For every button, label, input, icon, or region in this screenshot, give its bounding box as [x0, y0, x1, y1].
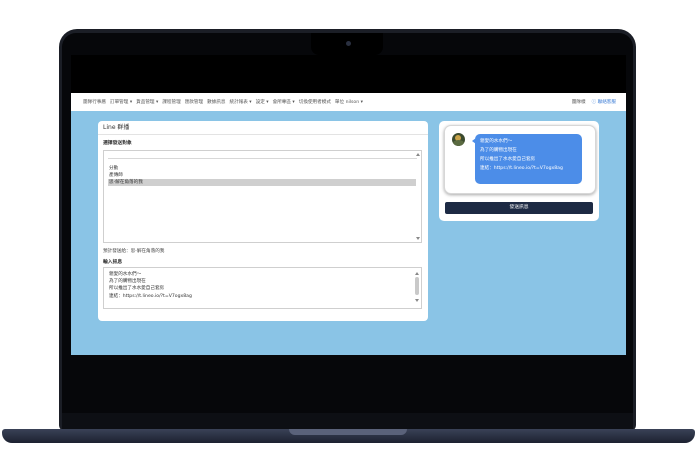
- camera-icon: [346, 41, 351, 46]
- nav-right-link[interactable]: 團隊樣: [572, 99, 586, 105]
- message-input[interactable]: 親愛的水水們～ 為了的購物出現在 所以推出了水水愛自己套房 連結：https:/…: [103, 267, 422, 309]
- message-label: 輸入訊息: [103, 260, 123, 265]
- chat-bubble: 親愛的水水們～ 為了的購物出現在 所以推出了水水愛自己套房 連結：https:/…: [475, 134, 582, 184]
- bubble-line: 親愛的水水們～: [480, 139, 513, 144]
- recipients-listbox[interactable]: 分動 產傳師 思-解在角落的我: [103, 150, 422, 243]
- message-line: 連結：https://t.lineo.io/?t=V7ogx8ag: [109, 294, 192, 299]
- listbox-filter-line: [108, 158, 417, 159]
- top-dark-bar: [71, 55, 626, 93]
- laptop-base-notch: [289, 429, 407, 435]
- listbox-scrollbar[interactable]: [416, 153, 420, 240]
- message-line: 所以推出了水水愛自己套房: [109, 286, 165, 291]
- nav-item-reports[interactable]: 統計報表 ▾: [229, 99, 251, 105]
- message-line: 為了的購物出現在: [109, 279, 146, 284]
- nav-item-switch-user[interactable]: 切換使用者模式: [299, 99, 331, 105]
- bubble-line: 所以推出了水水愛自己套房: [480, 157, 536, 162]
- nav-item-products[interactable]: 貨品管理 ▾: [136, 99, 158, 105]
- nav-item-calendar[interactable]: 團隊行事曆: [83, 99, 106, 105]
- bubble-line: 連結：https://t.lineo.io/?t=V7ogx8ag: [480, 166, 563, 171]
- message-preview: 親愛的水水們～ 為了的購物出現在 所以推出了水水愛自己套房 連結：https:/…: [444, 125, 596, 194]
- bubble-line: 為了的購物出現在: [480, 148, 517, 153]
- top-nav: 團隊行事曆 訂單管理 ▾ 貨品管理 ▾ 課程管理 匯款管理 數據訊息 統計報表 …: [71, 93, 626, 111]
- recipients-label: 選擇發送對象: [103, 141, 132, 146]
- textarea-scroll-thumb[interactable]: [415, 277, 419, 295]
- nav-item-courses[interactable]: 課程管理: [162, 99, 180, 105]
- nav-item-club[interactable]: 會所專區 ▾: [273, 99, 295, 105]
- recipient-option-selected[interactable]: 思-解在角落的我: [108, 179, 416, 186]
- broadcast-card: Line 群播 選擇發送對象 分動 產傳師 思-解在角落的我 預計發送給：思-解…: [98, 121, 428, 321]
- recipient-option[interactable]: 產傳師: [108, 172, 416, 179]
- nav-item-orders[interactable]: 訂單管理 ▾: [110, 99, 132, 105]
- card-title: Line 群播: [98, 121, 428, 135]
- preview-recipients: 預計發送給：思-解在角落的我: [103, 249, 165, 254]
- nav-item-remittance[interactable]: 匯款管理: [185, 99, 203, 105]
- nav-item-settings[interactable]: 設定 ▾: [256, 99, 269, 105]
- screen: 團隊行事曆 訂單管理 ▾ 貨品管理 ▾ 課程管理 匯款管理 數據訊息 統計報表 …: [71, 55, 626, 355]
- send-message-button[interactable]: 發送訊息: [445, 202, 593, 214]
- message-line: 親愛的水水們～: [109, 272, 142, 277]
- laptop-chin: [62, 413, 633, 429]
- avatar: [452, 133, 465, 146]
- nav-item-messages[interactable]: 數據訊息: [207, 99, 225, 105]
- recipient-option[interactable]: 分動: [108, 165, 416, 172]
- help-link[interactable]: ⓘ 聯絡客服: [592, 99, 616, 105]
- nav-item-unit[interactable]: 單位 nilson ▾: [335, 99, 363, 105]
